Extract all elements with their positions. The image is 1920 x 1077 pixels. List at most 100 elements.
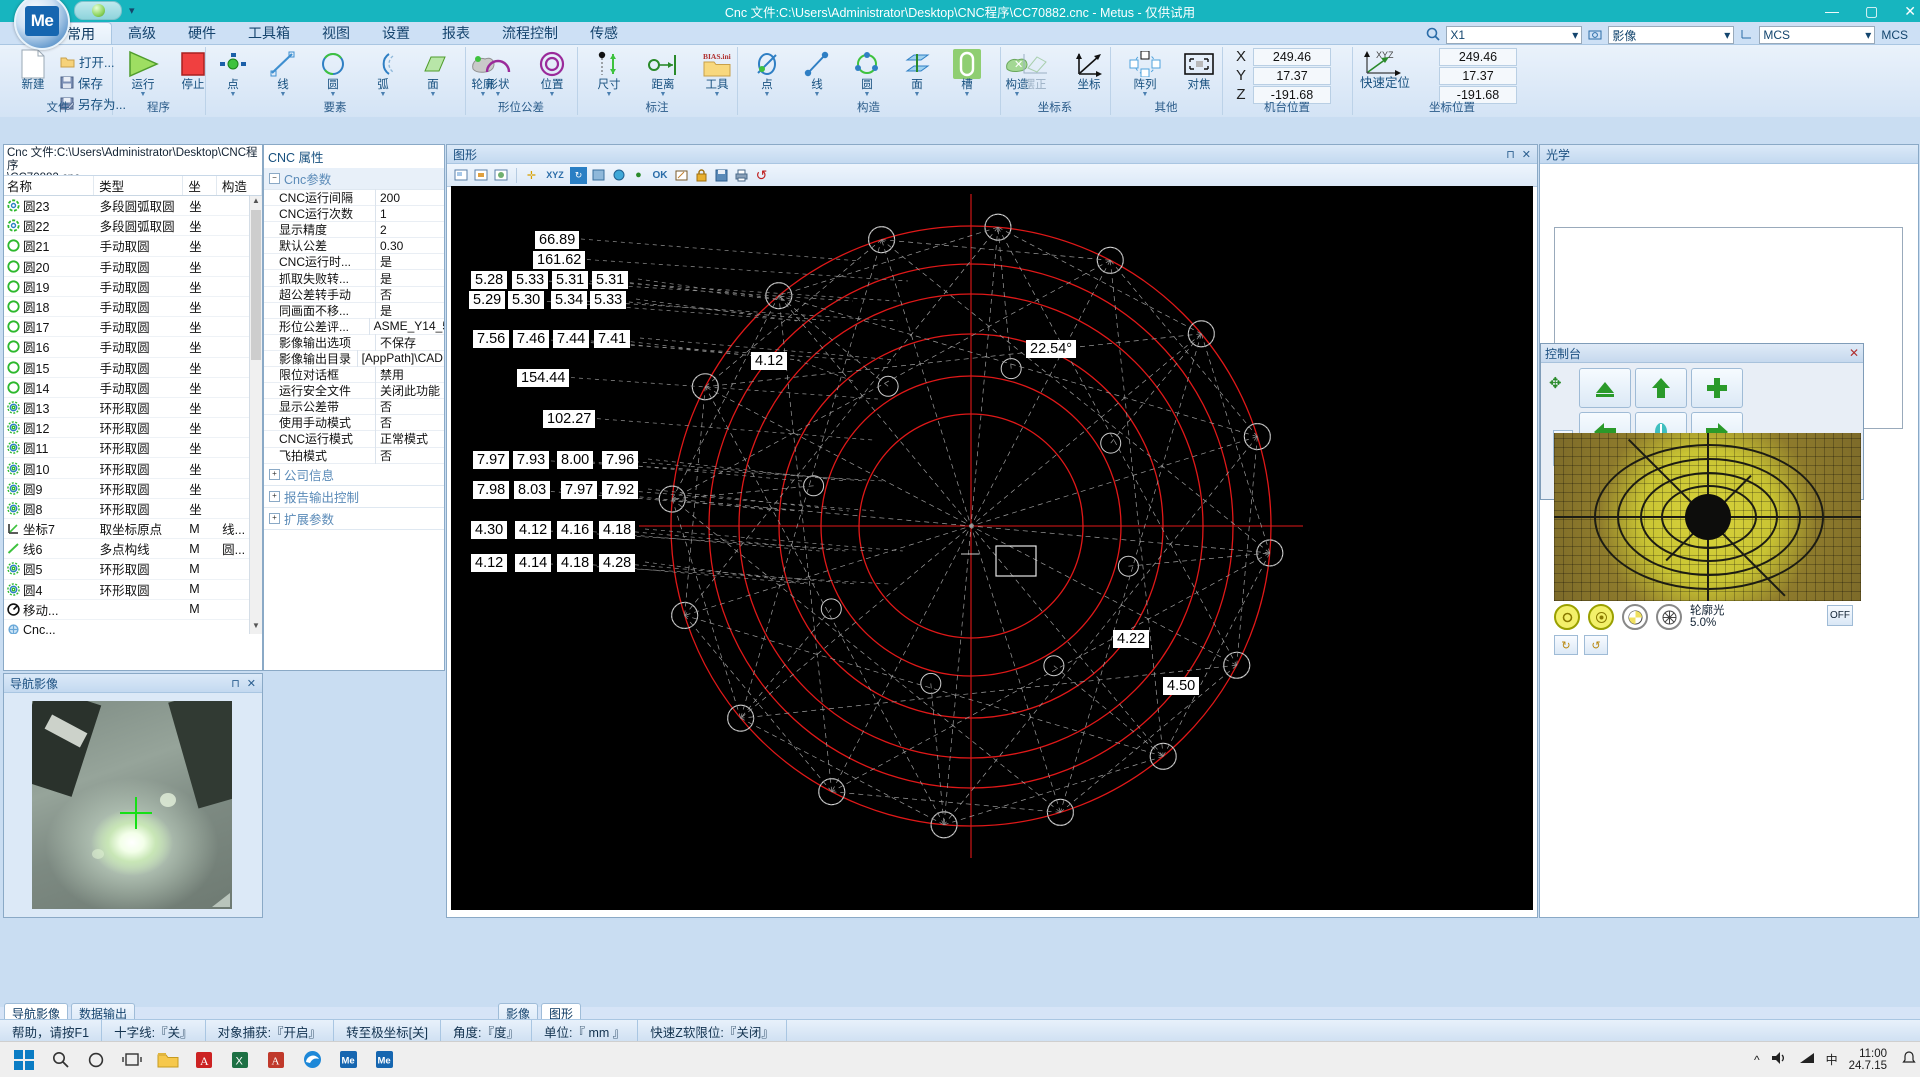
status-crosshair[interactable]: 十字线:『关』 xyxy=(102,1020,205,1042)
measurement-label[interactable]: 7.41 xyxy=(594,330,630,348)
col-header-coord[interactable]: 坐 xyxy=(183,176,216,195)
table-row[interactable]: 圆17手动取圆坐 xyxy=(4,317,262,337)
ime-indicator[interactable]: 中 xyxy=(1826,1051,1838,1068)
measurement-label[interactable]: 4.28 xyxy=(599,554,635,572)
coaxial-light-icon[interactable] xyxy=(1554,604,1580,630)
chevron-down-icon[interactable]: ▼ xyxy=(495,91,502,98)
construct-point-button[interactable]: 点 ▼ xyxy=(742,49,792,98)
quick-position-button[interactable]: XYZ 快速定位 xyxy=(1356,47,1414,89)
chevron-down-icon[interactable]: ▼ xyxy=(230,91,237,98)
lock-icon[interactable] xyxy=(693,167,710,184)
table-row[interactable]: 圆9环形取圆坐 xyxy=(4,479,262,499)
table-row[interactable]: 圆15手动取圆坐 xyxy=(4,358,262,378)
measurement-label[interactable]: 7.98 xyxy=(473,481,509,499)
measurement-label[interactable]: 8.03 xyxy=(514,481,550,499)
construct-line-button[interactable]: 线 ▼ xyxy=(792,49,842,98)
collapse-icon[interactable]: − xyxy=(269,173,280,184)
property-value[interactable]: ASME_Y14_5 xyxy=(370,319,444,333)
metus2-icon[interactable]: Me xyxy=(372,1048,396,1072)
measurement-label[interactable]: 5.34 xyxy=(551,291,587,309)
nav-image-canvas[interactable] xyxy=(4,693,262,917)
plus-icon[interactable]: ✛ xyxy=(523,167,540,184)
measurement-label[interactable]: 7.97 xyxy=(561,481,597,499)
measurement-label[interactable]: 7.44 xyxy=(553,330,589,348)
annot-tools-button[interactable]: BIAS.ini 工具 ▼ xyxy=(690,49,744,98)
table-row[interactable]: 圆16手动取圆坐 xyxy=(4,337,262,357)
property-value[interactable]: 否 xyxy=(376,286,392,303)
table-row[interactable]: 移动...M xyxy=(4,600,262,620)
measurement-label[interactable]: 4.50 xyxy=(1163,677,1199,695)
element-arc-button[interactable]: 弧 ▼ xyxy=(358,49,408,98)
rotate-ccw-button[interactable]: ↻ xyxy=(1554,635,1578,655)
pin-icon[interactable]: ⊓ xyxy=(231,677,240,690)
measurement-label[interactable]: 154.44 xyxy=(517,369,569,387)
measurement-label[interactable]: 4.12 xyxy=(515,521,551,539)
chevron-down-icon[interactable]: ▼ xyxy=(864,91,871,98)
property-section-company[interactable]: + 公司信息 xyxy=(264,464,444,486)
console-btn-up[interactable] xyxy=(1635,368,1687,408)
minimize-button[interactable]: — xyxy=(1825,0,1839,22)
chevron-down-icon[interactable]: ▼ xyxy=(380,91,387,98)
chevron-down-icon[interactable]: ▼ xyxy=(140,91,147,98)
start-icon[interactable] xyxy=(12,1048,36,1072)
tab-liuchengkongzhi[interactable]: 流程控制 xyxy=(486,22,574,44)
table-row[interactable]: 圆19手动取圆坐 xyxy=(4,277,262,297)
property-value[interactable]: 不保存 xyxy=(376,334,416,351)
csys-axis-button[interactable]: 坐标 xyxy=(1062,49,1116,91)
cnc-tree-body[interactable]: 圆23多段圆弧取圆坐圆22多段圆弧取圆坐圆21手动取圆坐圆20手动取圆坐圆19手… xyxy=(4,196,262,634)
property-row[interactable]: 飞拍模式否 xyxy=(264,448,444,464)
undo-icon[interactable]: ↺ xyxy=(753,167,770,184)
table-row[interactable]: 坐标7取坐标原点M线... xyxy=(4,519,262,539)
table-row[interactable]: 圆4环形取圆M xyxy=(4,580,262,600)
chevron-down-icon[interactable]: ▼ xyxy=(549,91,556,98)
table-row[interactable]: 圆11环形取圆坐 xyxy=(4,438,262,458)
close-button[interactable]: ✕ xyxy=(1904,0,1916,22)
col-header-name[interactable]: 名称 xyxy=(4,176,94,195)
measurement-label[interactable]: 102.27 xyxy=(543,410,595,428)
close-icon[interactable]: ✕ xyxy=(1522,148,1531,161)
property-value[interactable]: 是 xyxy=(376,270,392,287)
status-units[interactable]: 单位:『 mm 』 xyxy=(532,1020,638,1042)
measurement-label[interactable]: 66.89 xyxy=(535,231,579,249)
explorer-icon[interactable] xyxy=(156,1048,180,1072)
expand-icon[interactable]: + xyxy=(269,513,280,524)
measurement-label[interactable]: 5.29 xyxy=(469,291,505,309)
zoom-window-icon[interactable] xyxy=(453,167,470,184)
table-row[interactable]: Cnc... xyxy=(4,620,262,634)
table-row[interactable]: 圆12环形取圆坐 xyxy=(4,418,262,438)
measurement-label[interactable]: 7.92 xyxy=(602,481,638,499)
expand-icon[interactable]: + xyxy=(269,491,280,502)
col-header-type[interactable]: 类型 xyxy=(94,176,183,195)
measurement-label[interactable]: 5.30 xyxy=(508,291,544,309)
volume-icon[interactable] xyxy=(1771,1051,1788,1068)
pan-icon[interactable] xyxy=(590,167,607,184)
tree-scrollbar[interactable]: ▲ ▼ xyxy=(249,196,262,634)
scroll-down-icon[interactable]: ▼ xyxy=(250,621,262,634)
table-row[interactable]: 圆20手动取圆坐 xyxy=(4,257,262,277)
property-value[interactable]: 否 xyxy=(376,414,392,431)
measurement-label[interactable]: 5.33 xyxy=(590,291,626,309)
property-row[interactable]: 使用手动模式否 xyxy=(264,415,444,431)
measurement-label[interactable]: 7.97 xyxy=(473,451,509,469)
zoom-selection-icon[interactable] xyxy=(493,167,510,184)
table-row[interactable]: 圆18手动取圆坐 xyxy=(4,297,262,317)
table-row[interactable]: 线6多点构线M圆... xyxy=(4,539,262,559)
measurement-label[interactable]: 4.18 xyxy=(599,521,635,539)
chevron-down-icon[interactable]: ▾ xyxy=(1724,28,1730,42)
other-array-button[interactable]: 阵列 ▼ xyxy=(1118,49,1172,98)
status-angle[interactable]: 角度:『度』 xyxy=(441,1020,532,1042)
property-value[interactable]: 正常模式 xyxy=(376,430,428,447)
measurement-label[interactable]: 161.62 xyxy=(533,251,585,269)
word-icon[interactable]: A xyxy=(264,1048,288,1072)
annot-dimension-button[interactable]: 尺寸 ▼ xyxy=(582,49,636,98)
mcs-select-1[interactable]: MCS▾ xyxy=(1759,26,1875,44)
pin-icon[interactable]: ⊓ xyxy=(1506,148,1515,161)
scroll-thumb[interactable] xyxy=(251,210,261,360)
property-value[interactable]: 关闭此功能 xyxy=(376,382,440,399)
magnification-select[interactable]: X1▾ xyxy=(1446,26,1582,44)
property-value[interactable]: 1 xyxy=(376,207,387,221)
graphics-canvas[interactable]: 66.89161.625.285.335.315.315.295.305.345… xyxy=(451,186,1533,910)
ok-icon[interactable]: OK xyxy=(650,167,670,184)
table-row[interactable]: 圆5环形取圆M xyxy=(4,559,262,579)
scroll-up-icon[interactable]: ▲ xyxy=(250,196,262,209)
